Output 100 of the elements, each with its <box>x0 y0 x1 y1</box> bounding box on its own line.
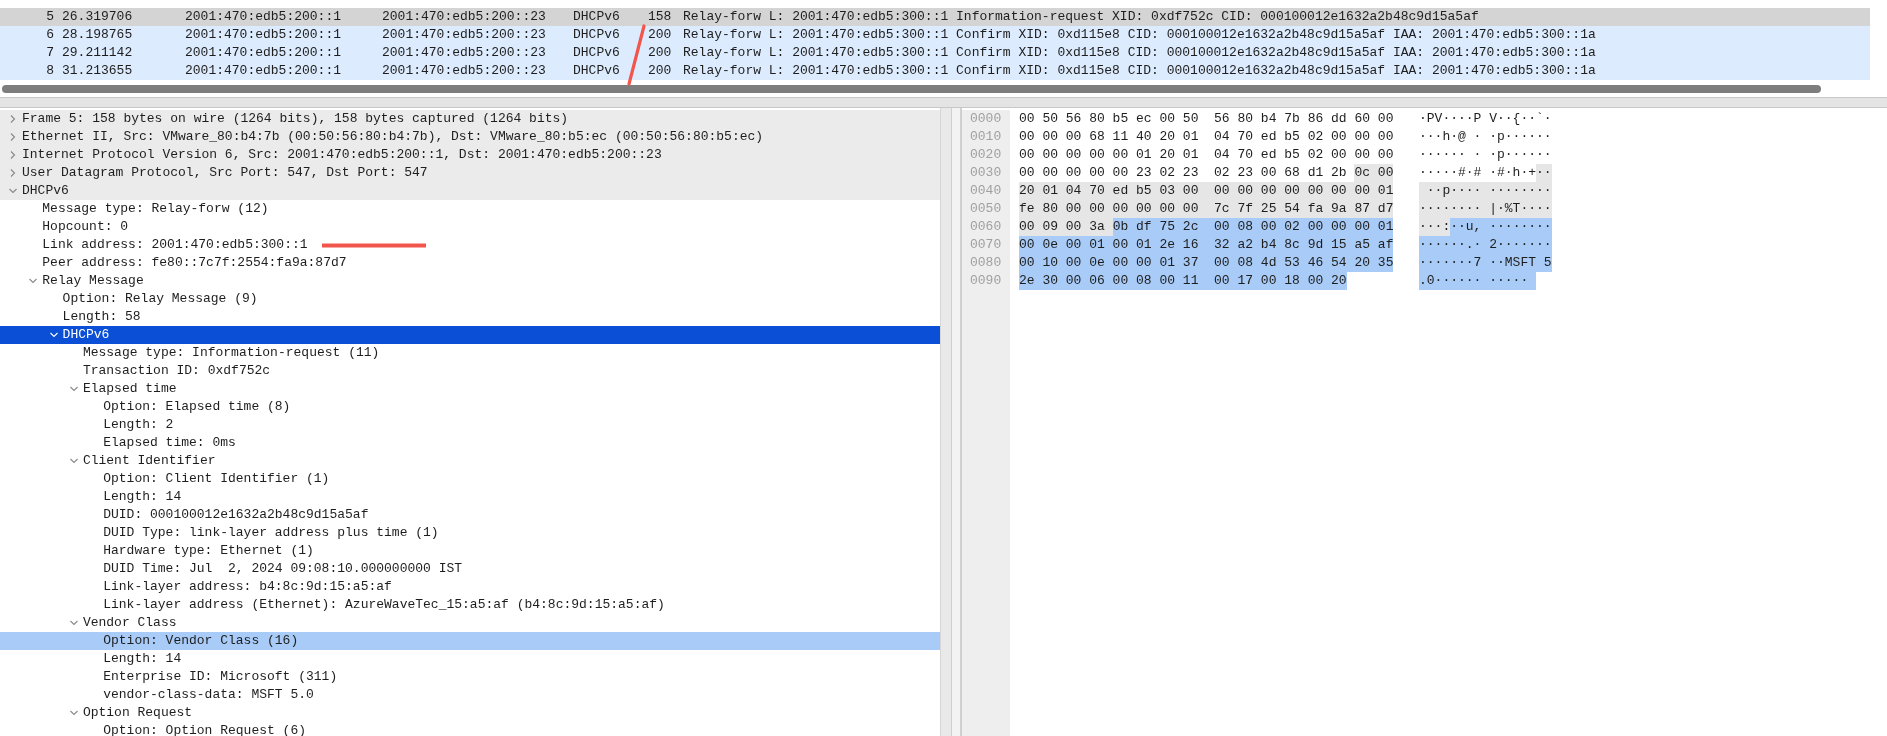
hex-offset: 0020 <box>970 146 1003 164</box>
tree-row[interactable]: Transaction ID: 0xdf752c <box>0 362 940 380</box>
ascii-text: ··p···· ········ <box>1419 182 1552 200</box>
tree-row[interactable]: vendor-class-data: MSFT 5.0 <box>0 686 940 704</box>
tree-row[interactable]: Message type: Relay-forw (12) <box>0 200 940 218</box>
packet-length: 200 <box>648 26 673 44</box>
tree-row[interactable]: Message type: Information-request (11) <box>0 344 940 362</box>
tree-row[interactable]: Enterprise ID: Microsoft (311) <box>0 668 940 686</box>
tree-row[interactable]: Link address: 2001:470:edb5:300::1 <box>0 236 940 254</box>
tree-row[interactable]: Relay Message <box>0 272 940 290</box>
packet-length: 200 <box>648 62 673 80</box>
tree-row[interactable]: Elapsed time <box>0 380 940 398</box>
annotation-stroke <box>626 24 646 86</box>
packet-number: 5 <box>45 8 55 26</box>
ascii-text: ······.· 2······· <box>1419 236 1552 254</box>
packet-time: 29.211142 <box>62 44 134 62</box>
chevron-down-icon[interactable] <box>68 384 79 394</box>
field-text: Option: Elapsed time (8) <box>103 398 291 416</box>
hex-offset: 0010 <box>970 128 1003 146</box>
hex-bytes: 00 50 56 80 b5 ec 00 50 56 80 b4 7b 86 dd 60 00 <box>1019 110 1394 128</box>
hex-bytes: 0b df 75 2c 00 08 00 02 00 00 00 01 <box>1112 218 1394 236</box>
tree-row[interactable]: Hardware type: Ethernet (1) <box>0 542 940 560</box>
chevron-down-icon[interactable] <box>28 276 39 286</box>
packet-row[interactable]: 5 26.319706 2001:470:edb5:200::1 2001:470:edb5:200::23 DHCPv6 158 Relay-forw L: 2001:470:edb5:300::1 Information-request XID: 0xdf752c CID: 000100012e1632a2b48c9d15a5af <box>0 8 1870 26</box>
hex-offset: 0070 <box>970 236 1003 254</box>
chevron-down-icon[interactable] <box>8 186 18 196</box>
tree-row[interactable]: Option: Client Identifier (1) <box>0 470 940 488</box>
chevron-down-icon[interactable] <box>68 456 79 466</box>
tree-row[interactable]: Elapsed time: 0ms <box>0 434 940 452</box>
field-text: DUID Type: link-layer address plus time (1) <box>103 524 439 542</box>
packet-time: 26.319706 <box>62 8 134 26</box>
tree-row[interactable]: DUID Type: link-layer address plus time (1) <box>0 524 940 542</box>
tree-row[interactable]: DHCPv6 <box>0 326 940 344</box>
chevron-down-icon[interactable] <box>68 618 79 628</box>
tree-row[interactable]: Peer address: fe80::7c7f:2554:fa9a:87d7 <box>0 254 940 272</box>
tree-row[interactable]: Option: Vendor Class (16) <box>0 632 940 650</box>
packet-source: 2001:470:edb5:200::1 <box>185 26 343 44</box>
field-text: Option: Client Identifier (1) <box>103 470 330 488</box>
field-text: DHCPv6 <box>62 326 110 344</box>
hex-bytes: 00 10 00 0e 00 00 01 37 00 08 4d 53 46 54 20 35 <box>1019 254 1394 272</box>
packet-row[interactable]: 6 28.198765 2001:470:edb5:200::1 2001:470:edb5:200::23 DHCPv6 200 Relay-forw L: 2001:470:edb5:300::1 Confirm XID: 0xd115e8 CID: 000100012e1632a2b48c9d15a5af IAA: 2001:470:edb5:300::1a <box>0 26 1870 44</box>
ascii-text: ···h·@ · ·p······ <box>1419 128 1552 146</box>
field-text: vendor-class-data: MSFT 5.0 <box>103 686 314 704</box>
tree-row[interactable]: DUID: 000100012e1632a2b48c9d15a5af <box>0 506 940 524</box>
packet-time: 28.198765 <box>62 26 134 44</box>
packet-info: Relay-forw L: 2001:470:edb5:300::1 Confirm XID: 0xd115e8 CID: 000100012e1632a2b48c9d15a5af IAA: 2001:470:edb5:300::1a <box>683 44 1597 62</box>
packet-number: 6 <box>45 26 55 44</box>
tree-row[interactable]: Ethernet II, Src: VMware_80:b4:7b (00:50:56:80:b4:7b), Dst: VMware_80:b5:ec (00:50:56:80:b5:ec) <box>0 128 940 146</box>
field-text: DHCPv6 <box>22 182 69 200</box>
tree-row[interactable]: Link-layer address (Ethernet): AzureWaveTec_15:a5:af (b4:8c:9d:15:a5:af) <box>0 596 940 614</box>
tree-row[interactable]: Option Request <box>0 704 940 722</box>
field-text: Relay Message <box>42 272 144 290</box>
ascii-text: ··u, ········ <box>1450 218 1552 236</box>
ascii-text: ·······7 ··MSFT 5 <box>1419 254 1552 272</box>
hex-offset: 0080 <box>970 254 1003 272</box>
scrollbar[interactable] <box>2 85 1821 93</box>
hex-offset: 0040 <box>970 182 1003 200</box>
tree-row[interactable]: Client Identifier <box>0 452 940 470</box>
ascii-text: ·· <box>1536 164 1552 182</box>
field-text: Link-layer address: b4:8c:9d:15:a5:af <box>103 578 392 596</box>
hex-offset: 0050 <box>970 200 1003 218</box>
tree-row[interactable]: Hopcount: 0 <box>0 218 940 236</box>
chevron-down-icon[interactable] <box>68 708 79 718</box>
tree-row[interactable]: DUID Time: Jul 2, 2024 09:08:10.000000000 IST <box>0 560 940 578</box>
hex-offset: 0030 <box>970 164 1003 182</box>
field-text: Length: 2 <box>103 416 174 434</box>
pane-splitter[interactable] <box>951 108 961 736</box>
hex-bytes: 00 09 00 3a <box>1019 218 1113 236</box>
field-text: Option: Relay Message (9) <box>62 290 258 308</box>
field-text: Option: Vendor Class (16) <box>103 632 299 650</box>
tree-row[interactable]: User Datagram Protocol, Src Port: 547, Dst Port: 547 <box>0 164 940 182</box>
packet-destination: 2001:470:edb5:200::23 <box>382 44 547 62</box>
tree-row[interactable]: Frame 5: 158 bytes on wire (1264 bits), 158 bytes captured (1264 bits) <box>0 110 940 128</box>
tree-row[interactable]: Option: Option Request (6) <box>0 722 940 736</box>
field-text: Link address: 2001:470:edb5:300::1 <box>42 236 308 254</box>
tree-row[interactable]: Length: 58 <box>0 308 940 326</box>
packet-row[interactable]: 7 29.211142 2001:470:edb5:200::1 2001:470:edb5:200::23 DHCPv6 200 Relay-forw L: 2001:470:edb5:300::1 Confirm XID: 0xd115e8 CID: 000100012e1632a2b48c9d15a5af IAA: 2001:470:edb5:300::1a <box>0 44 1870 62</box>
field-text: Length: 14 <box>103 488 182 506</box>
chevron-down-icon[interactable] <box>48 330 59 340</box>
tree-row[interactable]: Link-layer address: b4:8c:9d:15:a5:af <box>0 578 940 596</box>
tree-row[interactable]: Option: Relay Message (9) <box>0 290 940 308</box>
packet-row[interactable]: 8 31.213655 2001:470:edb5:200::1 2001:470:edb5:200::23 DHCPv6 200 Relay-forw L: 2001:470:edb5:300::1 Confirm XID: 0xd115e8 CID: 000100012e1632a2b48c9d15a5af IAA: 2001:470:edb5:300::1a <box>0 62 1870 80</box>
packet-protocol: DHCPv6 <box>573 44 621 62</box>
scrollbar[interactable] <box>940 108 951 736</box>
tree-row[interactable]: DHCPv6 <box>0 182 940 200</box>
packet-destination: 2001:470:edb5:200::23 <box>382 26 547 44</box>
tree-row[interactable]: Length: 14 <box>0 650 940 668</box>
tree-row[interactable]: Length: 14 <box>0 488 940 506</box>
field-text: Elapsed time <box>82 380 177 398</box>
field-text: Frame 5: 158 bytes on wire (1264 bits), 158 bytes captured (1264 bits) <box>22 110 569 128</box>
tree-row[interactable]: Length: 2 <box>0 416 940 434</box>
tree-row[interactable]: Option: Elapsed time (8) <box>0 398 940 416</box>
field-text: Hopcount: 0 <box>42 218 129 236</box>
packet-protocol: DHCPv6 <box>573 62 621 80</box>
field-text: Message type: Information-request (11) <box>82 344 380 362</box>
tree-row[interactable]: Vendor Class <box>0 614 940 632</box>
field-text: Hardware type: Ethernet (1) <box>103 542 314 560</box>
field-text: Internet Protocol Version 6, Src: 2001:470:edb5:200::1, Dst: 2001:470:edb5:200::23 <box>22 146 662 164</box>
tree-row[interactable]: Internet Protocol Version 6, Src: 2001:470:edb5:200::1, Dst: 2001:470:edb5:200::23 <box>0 146 940 164</box>
ascii-text: .0······ ····· <box>1419 272 1537 290</box>
